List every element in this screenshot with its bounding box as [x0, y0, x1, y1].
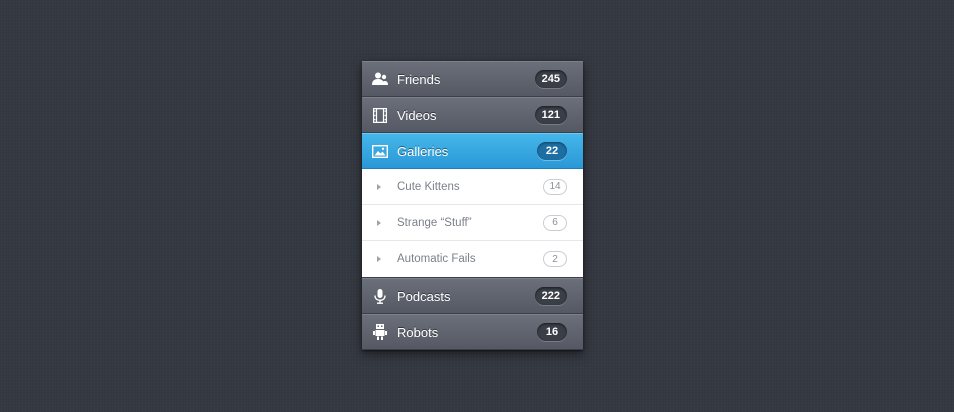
- menu-item-label: Friends: [397, 71, 441, 87]
- robot-icon: [372, 324, 388, 340]
- menu-item-robots[interactable]: Robots 16: [362, 314, 583, 350]
- submenu-item-label: Strange “Stuff”: [397, 216, 472, 229]
- count-badge: 6: [543, 214, 567, 231]
- film-icon: [372, 107, 388, 123]
- submenu-item-label: Automatic Fails: [397, 253, 476, 265]
- menu-item-label: Podcasts: [397, 288, 451, 304]
- menu-item-label: Galleries: [397, 143, 449, 159]
- users-icon: [372, 71, 388, 87]
- count-badge: 121: [534, 106, 567, 124]
- menu-item-friends[interactable]: Friends 245: [362, 61, 583, 97]
- submenu-item-cute-kittens[interactable]: Cute Kittens 14: [362, 169, 583, 205]
- submenu-item-label: Cute Kittens: [397, 180, 460, 193]
- count-badge: 245: [534, 70, 567, 88]
- submenu-item-strange-stuff[interactable]: Strange “Stuff” 6: [362, 205, 583, 241]
- menu-item-label: Videos: [397, 107, 437, 123]
- image-icon: [372, 143, 388, 159]
- caret-right-icon: [377, 219, 381, 226]
- sidebar-menu: Friends 245 Videos 121 Galleries 22 Cute…: [362, 61, 583, 350]
- count-badge: 14: [543, 178, 567, 195]
- microphone-icon: [372, 288, 388, 304]
- count-badge: 22: [537, 142, 567, 160]
- caret-right-icon: [377, 256, 381, 262]
- menu-item-label: Robots: [397, 324, 439, 340]
- galleries-submenu: Cute Kittens 14 Strange “Stuff” 6 Automa…: [362, 169, 583, 278]
- menu-item-galleries[interactable]: Galleries 22: [362, 133, 583, 169]
- menu-item-podcasts[interactable]: Podcasts 222: [362, 278, 583, 314]
- count-badge: 2: [543, 251, 567, 267]
- menu-item-videos[interactable]: Videos 121: [362, 97, 583, 133]
- caret-right-icon: [377, 183, 381, 190]
- submenu-item-automatic-fails[interactable]: Automatic Fails 2: [362, 241, 583, 277]
- count-badge: 16: [537, 323, 567, 341]
- count-badge: 222: [534, 287, 567, 305]
